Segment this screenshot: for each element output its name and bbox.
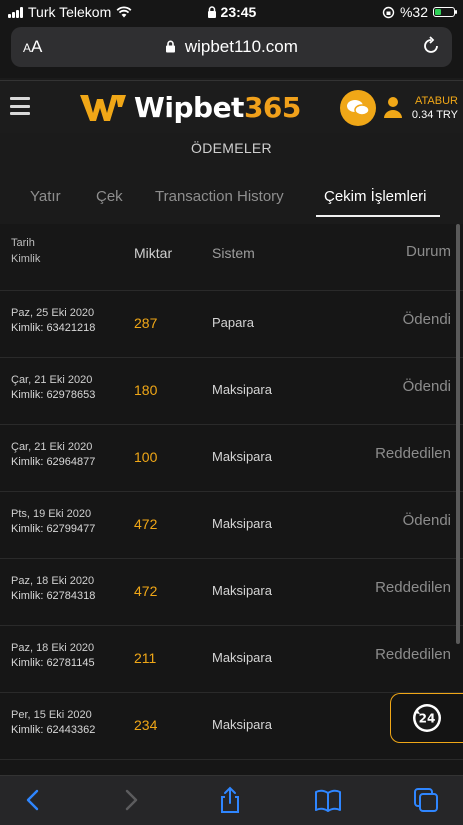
- forward-icon[interactable]: [117, 786, 145, 814]
- status-bar: Turk Telekom 23:45 %32: [0, 0, 463, 24]
- balance: 0.34 TRY: [411, 109, 458, 121]
- row-date: Çar, 21 Eki 2020: [11, 374, 93, 386]
- header-status: Durum: [405, 243, 451, 260]
- support-24-label: 24: [419, 712, 436, 726]
- row-date: Paz, 18 Eki 2020: [11, 575, 95, 587]
- row-id: Kimlik: 62799477: [11, 523, 96, 535]
- row-amount: 234: [134, 717, 158, 733]
- menu-icon[interactable]: [10, 97, 30, 115]
- tab-deposit[interactable]: Yatır: [30, 188, 61, 205]
- row-system: Papara: [212, 315, 254, 330]
- browser-toolbar: [0, 775, 463, 825]
- table-row[interactable]: Paz, 18 Eki 2020 Kimlik: 62784318 472 Ma…: [0, 559, 463, 626]
- row-amount: 472: [134, 516, 158, 532]
- row-id: Kimlik: 62784318: [11, 590, 96, 602]
- browser-chrome: Turk Telekom 23:45 %32 AA wipbet110.com: [0, 0, 463, 78]
- address-bar[interactable]: AA wipbet110.com: [11, 27, 452, 67]
- row-system: Maksipara: [212, 449, 272, 464]
- page-title: ÖDEMELER: [191, 140, 272, 156]
- share-icon[interactable]: [216, 786, 244, 814]
- row-date: Per, 15 Eki 2020: [11, 709, 92, 721]
- battery-percent: %32: [399, 4, 428, 20]
- row-status: Ödendi: [402, 311, 451, 328]
- payment-tabs: Yatır Çek Transaction History Çekim İşle…: [0, 180, 463, 220]
- row-id: Kimlik: 62781145: [11, 657, 95, 669]
- support-24-icon: 24: [413, 704, 441, 732]
- chat-icon: [347, 100, 370, 116]
- scrollbar[interactable]: [456, 224, 460, 644]
- row-id: Kimlik: 63421218: [11, 322, 96, 334]
- row-amount: 472: [134, 583, 158, 599]
- logo-mark-icon: [80, 95, 126, 121]
- table-row[interactable]: Çar, 21 Eki 2020 Kimlik: 62964877 100 Ma…: [0, 425, 463, 492]
- row-amount: 287: [134, 315, 158, 331]
- row-system: Maksipara: [212, 382, 272, 397]
- support-24-button[interactable]: 24: [390, 693, 463, 743]
- reload-icon[interactable]: [420, 35, 442, 57]
- table-row[interactable]: [0, 760, 463, 775]
- bookmarks-icon[interactable]: [314, 786, 342, 814]
- secure-lock-icon: [166, 40, 176, 53]
- row-system: Maksipara: [212, 583, 272, 598]
- url-text[interactable]: wipbet110.com: [185, 37, 298, 56]
- table-header: Tarih Kimlik Miktar Sistem Durum: [0, 224, 463, 291]
- row-system: Maksipara: [212, 717, 272, 732]
- row-status: Reddedilen: [375, 646, 451, 663]
- row-system: Maksipara: [212, 650, 272, 665]
- header-amount: Miktar: [134, 245, 173, 261]
- row-date: Çar, 21 Eki 2020: [11, 441, 93, 453]
- table-row[interactable]: Pts, 19 Eki 2020 Kimlik: 62799477 472 Ma…: [0, 492, 463, 559]
- row-system: Maksipara: [212, 516, 272, 531]
- row-id: Kimlik: 62964877: [11, 456, 96, 468]
- table-row[interactable]: Çar, 21 Eki 2020 Kimlik: 62978653 180 Ma…: [0, 358, 463, 425]
- table-row[interactable]: Paz, 18 Eki 2020 Kimlik: 62781145 211 Ma…: [0, 626, 463, 693]
- row-amount: 180: [134, 382, 158, 398]
- row-status: Ödendi: [402, 512, 451, 529]
- row-date: Paz, 18 Eki 2020: [11, 642, 95, 654]
- table-row[interactable]: Paz, 25 Eki 2020 Kimlik: 63421218 287 Pa…: [0, 291, 463, 358]
- account-info[interactable]: ATABUR 0.34 TRY: [412, 94, 458, 122]
- header-date: Tarih: [11, 237, 35, 249]
- row-id: Kimlik: 62978653: [11, 389, 96, 401]
- row-status: Ödendi: [402, 378, 451, 395]
- back-icon[interactable]: [19, 786, 47, 814]
- user-icon[interactable]: [383, 95, 403, 119]
- brand-number: 365: [243, 90, 301, 124]
- tab-transaction-history[interactable]: Transaction History: [155, 188, 284, 205]
- clock-label: 23:45: [220, 4, 257, 20]
- live-chat-button[interactable]: [340, 90, 376, 126]
- row-id: Kimlik: 62443362: [11, 724, 96, 736]
- row-amount: 211: [134, 650, 157, 666]
- battery-icon: [433, 7, 457, 17]
- row-date: Pts, 19 Eki 2020: [11, 508, 92, 520]
- tab-withdrawal-transactions[interactable]: Çekim İşlemleri: [324, 188, 427, 205]
- tab-withdraw[interactable]: Çek: [96, 188, 123, 205]
- row-status: Reddedilen: [375, 445, 451, 462]
- brand-name: Wipbet: [134, 90, 244, 124]
- username: ATABUR: [415, 95, 458, 107]
- lock-icon: [207, 6, 216, 18]
- orientation-lock-icon: [382, 6, 395, 18]
- site-header: Wipbet365 ATABUR 0.34 TRY: [0, 80, 463, 133]
- row-amount: 100: [134, 449, 158, 465]
- row-status: Reddedilen: [375, 579, 451, 596]
- tabs-icon[interactable]: [412, 786, 440, 814]
- header-system: Sistem: [212, 245, 255, 261]
- active-tab-indicator: [316, 215, 440, 217]
- header-id: Kimlik: [11, 253, 41, 265]
- site-logo[interactable]: Wipbet365: [78, 86, 301, 128]
- row-date: Paz, 25 Eki 2020: [11, 307, 95, 319]
